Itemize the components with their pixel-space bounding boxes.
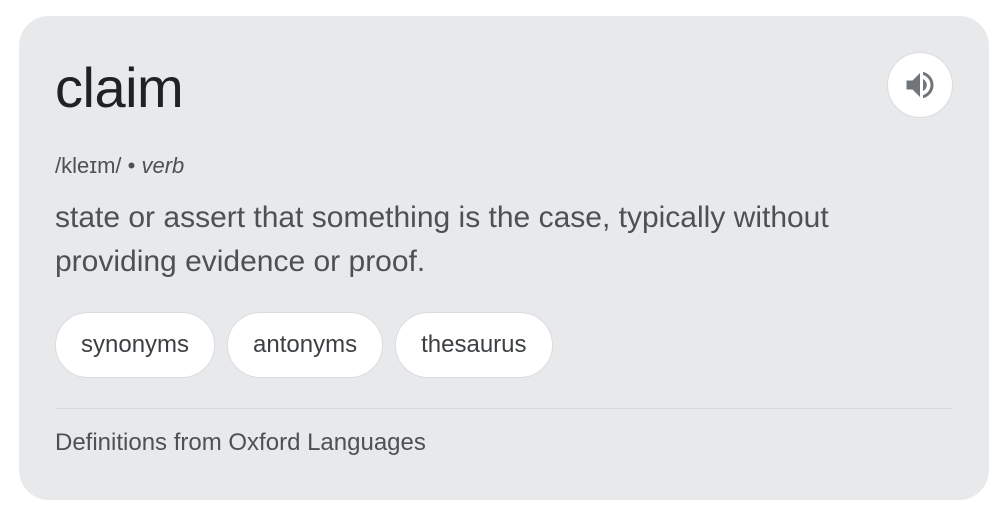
synonyms-chip[interactable]: synonyms	[55, 312, 216, 378]
pronunciation-line: /kleɪm/ • verb	[55, 152, 184, 180]
source-attribution[interactable]: Definitions from Oxford Languages	[55, 428, 426, 458]
definition-text: state or assert that something is the ca…	[55, 201, 829, 278]
phonetic-spelling: /kleɪm/	[55, 153, 122, 178]
pronunciation-audio-button[interactable]	[887, 52, 953, 118]
headword: claim	[55, 56, 184, 119]
speaker-icon	[906, 71, 934, 99]
thesaurus-chip[interactable]: thesaurus	[395, 312, 553, 378]
part-of-speech: verb	[141, 153, 185, 178]
antonyms-chip[interactable]: antonyms	[227, 312, 384, 378]
related-chips: synonyms antonyms thesaurus	[55, 312, 553, 378]
dictionary-card: claim /kleɪm/ • verb state or assert tha…	[19, 16, 989, 500]
divider	[55, 408, 952, 409]
separator-dot: •	[127, 153, 136, 178]
